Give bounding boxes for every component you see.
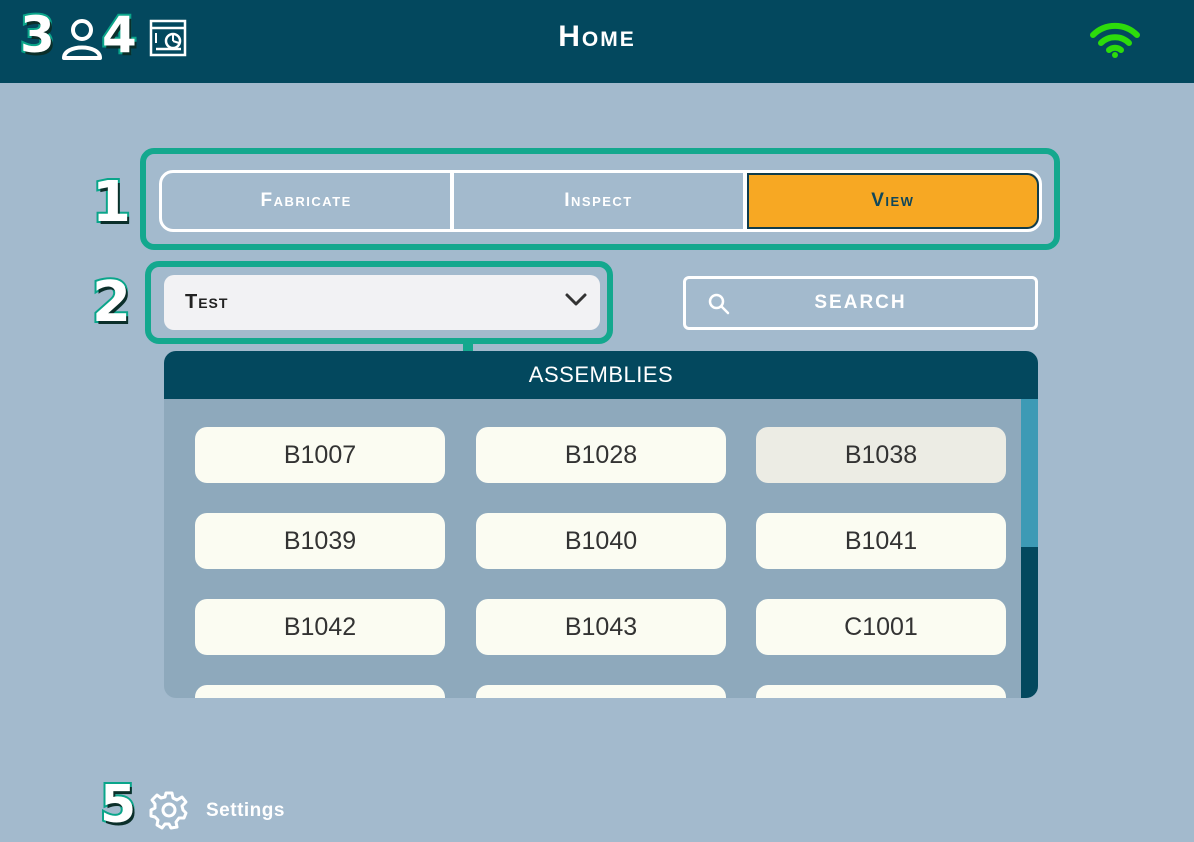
tab-inspect[interactable]: Inspect — [454, 173, 747, 229]
assembly-item-partial[interactable] — [195, 685, 445, 698]
tab-fabricate[interactable]: Fabricate — [162, 173, 455, 229]
assemblies-header: ASSEMBLIES — [164, 351, 1038, 399]
scrollbar-thumb[interactable] — [1021, 399, 1038, 547]
assembly-item[interactable]: B1039 — [195, 513, 445, 569]
assembly-item-partial[interactable] — [476, 685, 726, 698]
search-label: SEARCH — [814, 292, 907, 313]
chevron-down-icon — [565, 293, 587, 306]
assembly-item[interactable]: B1043 — [476, 599, 726, 655]
search-icon — [708, 293, 730, 315]
assemblies-grid: B1007 B1028 B1038 B1039 B1040 B1041 B104… — [164, 399, 1021, 698]
assembly-item[interactable]: B1028 — [476, 427, 726, 483]
top-bar: 3 4 Home — [0, 0, 1194, 83]
search-button[interactable]: SEARCH — [683, 276, 1038, 330]
settings-link[interactable]: Settings — [206, 800, 285, 822]
assembly-item[interactable]: C1001 — [756, 599, 1006, 655]
wifi-icon — [1090, 22, 1140, 58]
project-select-value: Test — [185, 291, 229, 313]
assembly-item[interactable]: B1038 — [756, 427, 1006, 483]
project-select[interactable]: Test — [164, 275, 600, 330]
callout-2: 2 — [90, 268, 133, 337]
assembly-item[interactable]: B1041 — [756, 513, 1006, 569]
page-title: Home — [558, 20, 636, 53]
callout-1: 1 — [90, 168, 133, 237]
assembly-item-partial[interactable] — [756, 685, 1006, 698]
gear-icon[interactable] — [149, 790, 189, 830]
assembly-item[interactable]: B1007 — [195, 427, 445, 483]
mode-tabs: Fabricate Inspect View — [159, 170, 1042, 232]
tab-view[interactable]: View — [746, 173, 1039, 229]
callout-5: 5 — [98, 773, 138, 837]
assembly-item[interactable]: B1042 — [195, 599, 445, 655]
assemblies-panel: ASSEMBLIES B1007 B1028 B1038 B1039 B1040… — [164, 351, 1038, 698]
assembly-item[interactable]: B1040 — [476, 513, 726, 569]
